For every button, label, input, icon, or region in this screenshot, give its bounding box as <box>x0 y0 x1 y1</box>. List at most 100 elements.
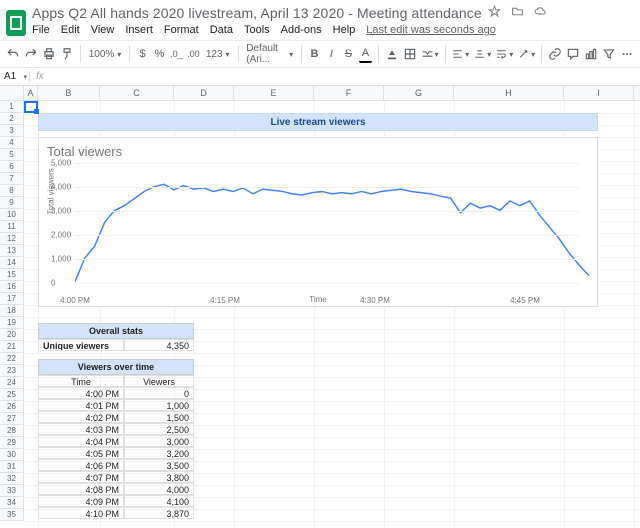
row-header-28[interactable]: 28 <box>0 425 23 437</box>
row-header-18[interactable]: 18 <box>0 305 23 317</box>
row-header-13[interactable]: 13 <box>0 245 23 257</box>
last-edit[interactable]: Last edit was seconds ago <box>366 24 496 36</box>
percent-icon[interactable]: % <box>153 45 166 63</box>
row-header-4[interactable]: 4 <box>0 137 23 149</box>
sheets-logo[interactable] <box>6 10 26 36</box>
chart-total-viewers[interactable]: Total viewers Total viewers 01,0002,0003… <box>38 137 598 307</box>
menu-view[interactable]: View <box>91 24 115 36</box>
menu-insert[interactable]: Insert <box>125 24 153 36</box>
row-header-2[interactable]: 2 <box>0 113 23 125</box>
menu-file[interactable]: File <box>32 24 50 36</box>
comment-icon[interactable] <box>566 45 580 63</box>
menu-help[interactable]: Help <box>333 24 356 36</box>
row-header-14[interactable]: 14 <box>0 257 23 269</box>
name-box[interactable]: A1 <box>0 71 30 82</box>
selected-cell[interactable] <box>24 101 38 113</box>
currency-icon[interactable]: $ <box>136 45 149 63</box>
menu-edit[interactable]: Edit <box>61 24 80 36</box>
print-icon[interactable] <box>42 45 56 63</box>
menu-tools[interactable]: Tools <box>244 24 270 36</box>
col-header-C[interactable]: C <box>100 86 174 101</box>
undo-icon[interactable] <box>6 45 20 63</box>
select-all-corner[interactable] <box>0 86 24 100</box>
row-header-7[interactable]: 7 <box>0 173 23 185</box>
italic-button[interactable]: I <box>325 45 338 63</box>
row-header-8[interactable]: 8 <box>0 185 23 197</box>
row-header-10[interactable]: 10 <box>0 209 23 221</box>
v-align-icon[interactable] <box>473 45 491 63</box>
h-align-icon[interactable] <box>451 45 469 63</box>
zoom-select[interactable]: 100% <box>87 49 124 60</box>
strike-button[interactable]: S <box>342 45 355 63</box>
cell-viewers: 3,000 <box>124 435 194 447</box>
row-header-22[interactable]: 22 <box>0 353 23 365</box>
row-header-16[interactable]: 16 <box>0 281 23 293</box>
row-header-20[interactable]: 20 <box>0 329 23 341</box>
row-header-5[interactable]: 5 <box>0 149 23 161</box>
paint-format-icon[interactable] <box>60 45 74 63</box>
more-icon[interactable] <box>620 45 634 63</box>
col-header-E[interactable]: E <box>234 86 314 101</box>
move-icon[interactable] <box>511 5 524 21</box>
star-icon[interactable] <box>488 5 501 21</box>
col-header-I[interactable]: I <box>564 86 634 101</box>
row-header-3[interactable]: 3 <box>0 125 23 137</box>
cell-time: 4:07 PM <box>38 471 124 483</box>
col-header-D[interactable]: D <box>174 86 234 101</box>
row-header-15[interactable]: 15 <box>0 269 23 281</box>
row-header-19[interactable]: 19 <box>0 317 23 329</box>
col-header-F[interactable]: F <box>314 86 384 101</box>
row-header-32[interactable]: 32 <box>0 473 23 485</box>
col-header-H[interactable]: H <box>454 86 564 101</box>
row-header-30[interactable]: 30 <box>0 449 23 461</box>
borders-icon[interactable] <box>403 45 417 63</box>
cell-time: 4:04 PM <box>38 435 124 447</box>
viewers-over-time-table: Viewers over time Time Viewers 4:00 PM04… <box>38 359 194 519</box>
chart-title: Total viewers <box>47 144 589 159</box>
fill-color-icon[interactable] <box>385 45 399 63</box>
increase-decimal-icon[interactable]: .00 <box>187 45 200 63</box>
col-header-B[interactable]: B <box>38 86 100 101</box>
row-header-25[interactable]: 25 <box>0 389 23 401</box>
row-header-9[interactable]: 9 <box>0 197 23 209</box>
row-header-34[interactable]: 34 <box>0 497 23 509</box>
row-header-11[interactable]: 11 <box>0 221 23 233</box>
row-header-1[interactable]: 1 <box>0 101 23 113</box>
link-icon[interactable] <box>548 45 562 63</box>
xtick: 4:30 PM <box>360 296 390 305</box>
bold-button[interactable]: B <box>308 45 321 63</box>
col-header-G[interactable]: G <box>384 86 454 101</box>
row-header-26[interactable]: 26 <box>0 401 23 413</box>
col-header-A[interactable]: A <box>24 86 38 101</box>
document-title[interactable]: Apps Q2 All hands 2020 livestream, April… <box>32 5 482 21</box>
row-header-23[interactable]: 23 <box>0 365 23 377</box>
row-header-24[interactable]: 24 <box>0 377 23 389</box>
menu-addons[interactable]: Add-ons <box>281 24 322 36</box>
row-header-17[interactable]: 17 <box>0 293 23 305</box>
row-header-12[interactable]: 12 <box>0 233 23 245</box>
row-header-35[interactable]: 35 <box>0 509 23 521</box>
row-header-27[interactable]: 27 <box>0 413 23 425</box>
chart-icon[interactable] <box>584 45 598 63</box>
wrap-icon[interactable] <box>495 45 513 63</box>
rotate-icon[interactable] <box>517 45 535 63</box>
column-headers: ABCDEFGHI <box>0 86 640 101</box>
row-header-29[interactable]: 29 <box>0 437 23 449</box>
font-select[interactable]: Default (Ari... <box>244 43 295 65</box>
row-header-6[interactable]: 6 <box>0 161 23 173</box>
row-header-31[interactable]: 31 <box>0 461 23 473</box>
stat-label: Unique viewers <box>38 339 124 351</box>
row-header-21[interactable]: 21 <box>0 341 23 353</box>
decrease-decimal-icon[interactable]: .0_ <box>170 45 183 63</box>
number-format-select[interactable]: 123 <box>204 49 232 60</box>
menu-data[interactable]: Data <box>210 24 233 36</box>
row-header-33[interactable]: 33 <box>0 485 23 497</box>
table-row: 4:09 PM4,100 <box>38 495 194 507</box>
spreadsheet-grid[interactable]: ABCDEFGHI 123456789101112131415161718192… <box>0 86 640 528</box>
merge-icon[interactable] <box>421 45 439 63</box>
text-color-button[interactable]: A <box>359 45 372 63</box>
filter-icon[interactable] <box>602 45 616 63</box>
cloud-icon[interactable] <box>534 5 547 21</box>
redo-icon[interactable] <box>24 45 38 63</box>
menu-format[interactable]: Format <box>164 24 199 36</box>
